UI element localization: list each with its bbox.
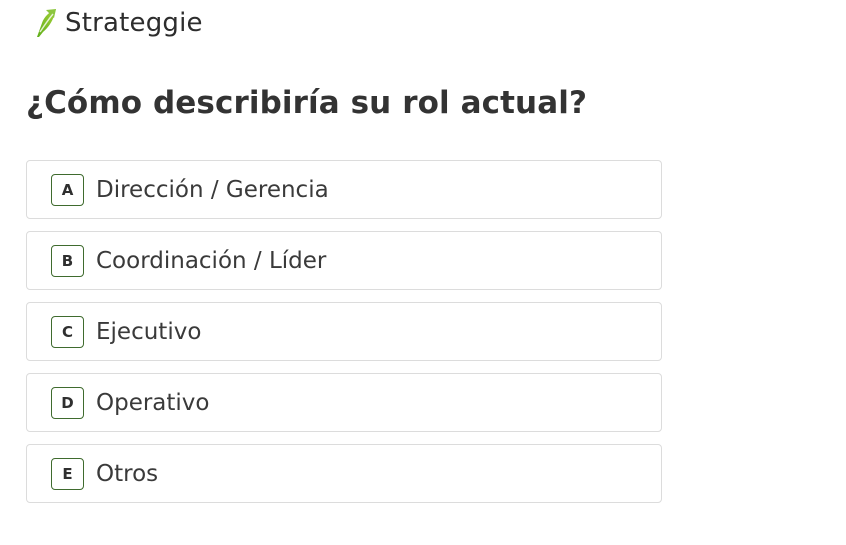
option-key-badge: C	[51, 315, 84, 348]
option-d[interactable]: D Operativo	[26, 373, 662, 432]
option-label: Dirección / Gerencia	[96, 176, 329, 203]
option-label: Operativo	[96, 389, 210, 416]
option-label: Coordinación / Líder	[96, 247, 327, 274]
question-title: ¿Cómo describiría su rol actual?	[26, 85, 588, 121]
option-a[interactable]: A Dirección / Gerencia	[26, 160, 662, 219]
option-key-badge: B	[51, 244, 84, 277]
option-key-badge: A	[51, 173, 84, 206]
leaf-arrow-icon	[37, 9, 56, 37]
option-key-badge: D	[51, 386, 84, 419]
option-c[interactable]: C Ejecutivo	[26, 302, 662, 361]
option-label: Ejecutivo	[96, 318, 202, 345]
options-list: A Dirección / Gerencia B Coordinación / …	[26, 160, 662, 515]
option-b[interactable]: B Coordinación / Líder	[26, 231, 662, 290]
brand-name: Strateggie	[65, 8, 203, 38]
option-e[interactable]: E Otros	[26, 444, 662, 503]
survey-page: Strateggie ¿Cómo describiría su rol actu…	[0, 0, 846, 545]
option-label: Otros	[96, 460, 159, 487]
brand-logo: Strateggie	[34, 6, 203, 40]
option-key-badge: E	[51, 457, 84, 490]
